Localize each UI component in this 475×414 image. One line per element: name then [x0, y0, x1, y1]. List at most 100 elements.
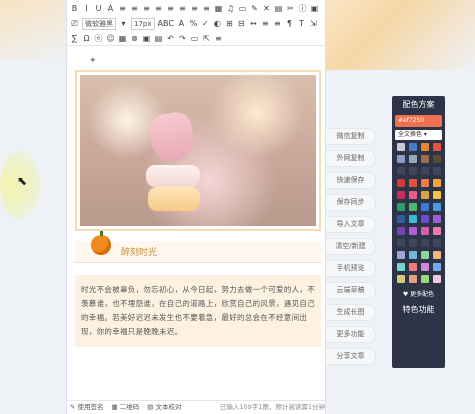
toolbar-button-17[interactable]: ▤: [274, 3, 283, 15]
sidebar-action-6[interactable]: 手机预览: [326, 260, 376, 277]
color-swatch[interactable]: [408, 143, 417, 151]
toolbar-button-16[interactable]: ✕: [262, 3, 271, 15]
color-swatch[interactable]: [408, 263, 417, 271]
toolbar-format-button-1[interactable]: A: [177, 18, 186, 30]
toolbar-format-button-7[interactable]: ↔: [249, 18, 258, 30]
article-paragraph[interactable]: 时光不会被辜负，勿忘初心，从今日起，努力去做一个可爱的人，不羡慕谁，也不埋怨谁，…: [75, 275, 321, 347]
color-scope-select[interactable]: 全文换色 ▾: [395, 130, 442, 140]
toolbar-button-7[interactable]: ≡: [154, 3, 163, 15]
sidebar-action-7[interactable]: 云端草稿: [326, 282, 376, 299]
color-swatch[interactable]: [432, 215, 441, 223]
dropdown-chevron-icon[interactable]: ▾: [119, 18, 128, 30]
color-swatch[interactable]: [396, 167, 405, 175]
toolbar-format-button-12[interactable]: ⇲: [309, 18, 318, 30]
color-swatch[interactable]: [396, 203, 405, 211]
toolbar-button-8[interactable]: ≡: [166, 3, 175, 15]
toolbar-button-2[interactable]: U: [94, 3, 103, 15]
editor-content[interactable]: ✦ 醉刻时光 时光不会被辜负，勿忘初心，从今日起，努力去做一个可爱的人，不羡慕谁…: [75, 56, 321, 347]
color-swatch[interactable]: [396, 227, 405, 235]
toolbar-format-button-3[interactable]: ✓: [201, 18, 210, 30]
toolbar-button-15[interactable]: ✎: [250, 3, 259, 15]
toolbar-format-button-9[interactable]: ≡: [273, 18, 282, 30]
color-swatch[interactable]: [396, 251, 405, 259]
toolbar-button-20[interactable]: ▣: [310, 3, 319, 15]
signature-button[interactable]: ✎ 使用签名: [70, 401, 104, 414]
color-swatch[interactable]: [432, 263, 441, 271]
toolbar-insert-button-2[interactable]: ⓔ: [94, 33, 103, 45]
toolbar-button-3[interactable]: A: [106, 3, 115, 15]
current-color-button[interactable]: #ef7250: [395, 115, 442, 127]
sidebar-action-10[interactable]: 分享文章: [326, 348, 376, 365]
font-family-select[interactable]: 微软雅黑: [82, 18, 116, 30]
toolbar-format-button-4[interactable]: ◐: [213, 18, 222, 30]
color-swatch[interactable]: [420, 239, 429, 247]
color-swatch[interactable]: [420, 143, 429, 151]
color-swatch[interactable]: [432, 143, 441, 151]
toolbar-insert-button-4[interactable]: ▦: [118, 33, 127, 45]
toolbar-insert-button-7[interactable]: ▤: [154, 33, 163, 45]
toolbar-insert-button-9[interactable]: ↷: [178, 33, 187, 45]
color-swatch[interactable]: [396, 179, 405, 187]
color-swatch[interactable]: [420, 251, 429, 259]
toolbar-insert-button-0[interactable]: ∑: [70, 33, 79, 45]
color-swatch[interactable]: [432, 167, 441, 175]
proofread-button[interactable]: ▤ 文本校对: [147, 401, 181, 414]
color-swatch[interactable]: [408, 179, 417, 187]
toolbar-insert-button-5[interactable]: ⊗: [130, 33, 139, 45]
color-swatch[interactable]: [396, 155, 405, 163]
sidebar-action-3[interactable]: 保存同步: [326, 194, 376, 211]
color-swatch[interactable]: [408, 191, 417, 199]
toolbar-format-button-8[interactable]: ≡: [261, 18, 270, 30]
color-swatch[interactable]: [396, 191, 405, 199]
color-swatch[interactable]: [408, 215, 417, 223]
color-swatch[interactable]: [432, 155, 441, 163]
color-swatch[interactable]: [420, 203, 429, 211]
toolbar-format-button-2[interactable]: %: [189, 18, 198, 30]
sidebar-action-2[interactable]: 快速保存: [326, 172, 376, 189]
toolbar-button-19[interactable]: ⓘ: [298, 3, 307, 15]
toolbar-format-button-6[interactable]: ⊟: [237, 18, 246, 30]
toolbar-button-11[interactable]: ≡: [202, 3, 211, 15]
color-swatch[interactable]: [408, 155, 417, 163]
sidebar-action-8[interactable]: 生成长图: [326, 304, 376, 321]
font-size-select[interactable]: 17px: [131, 18, 155, 30]
toolbar-insert-button-1[interactable]: Ω: [82, 33, 91, 45]
toolbar-button-0[interactable]: B: [70, 3, 79, 15]
color-swatch[interactable]: [396, 143, 405, 151]
toolbar-format-button-5[interactable]: ⊞: [225, 18, 234, 30]
toolbar-button-6[interactable]: ≡: [142, 3, 151, 15]
toolbar-button-4[interactable]: ≡: [118, 3, 127, 15]
toolbar-format-button-13[interactable]: ⇱: [321, 18, 322, 30]
color-swatch[interactable]: [408, 167, 417, 175]
color-swatch[interactable]: [396, 263, 405, 271]
toolbar-button-10[interactable]: ≡: [190, 3, 199, 15]
color-swatch[interactable]: [420, 191, 429, 199]
color-swatch[interactable]: [408, 251, 417, 259]
toolbar-button-18[interactable]: ✂: [286, 3, 295, 15]
toolbar-format-button-10[interactable]: ¶: [285, 18, 294, 30]
toolbar-button-9[interactable]: ≡: [178, 3, 187, 15]
color-swatch[interactable]: [408, 239, 417, 247]
color-swatch[interactable]: [420, 275, 429, 283]
color-swatch[interactable]: [432, 251, 441, 259]
color-swatch[interactable]: [420, 155, 429, 163]
color-swatch[interactable]: [420, 167, 429, 175]
color-swatch[interactable]: [420, 227, 429, 235]
feature-functions-link[interactable]: 特色功能: [395, 304, 442, 315]
color-swatch[interactable]: [408, 275, 417, 283]
color-swatch[interactable]: [420, 215, 429, 223]
toolbar-insert-button-11[interactable]: ⇱: [202, 33, 211, 45]
toolbar-insert-button-10[interactable]: ▭: [190, 33, 199, 45]
toolbar-insert-button-6[interactable]: ▣: [142, 33, 151, 45]
toolbar-insert-button-12[interactable]: ≡: [214, 33, 223, 45]
color-swatch[interactable]: [396, 215, 405, 223]
toolbar-format-button-11[interactable]: T: [297, 18, 306, 30]
color-swatch[interactable]: [432, 191, 441, 199]
toolbar-button-12[interactable]: ▦: [214, 3, 223, 15]
sidebar-action-5[interactable]: 清空/新建: [326, 238, 376, 255]
sidebar-action-1[interactable]: 外网复制: [326, 150, 376, 167]
color-swatch[interactable]: [420, 263, 429, 271]
toolbar-button-1[interactable]: I: [82, 3, 91, 15]
color-swatch[interactable]: [432, 203, 441, 211]
color-swatch[interactable]: [396, 275, 405, 283]
